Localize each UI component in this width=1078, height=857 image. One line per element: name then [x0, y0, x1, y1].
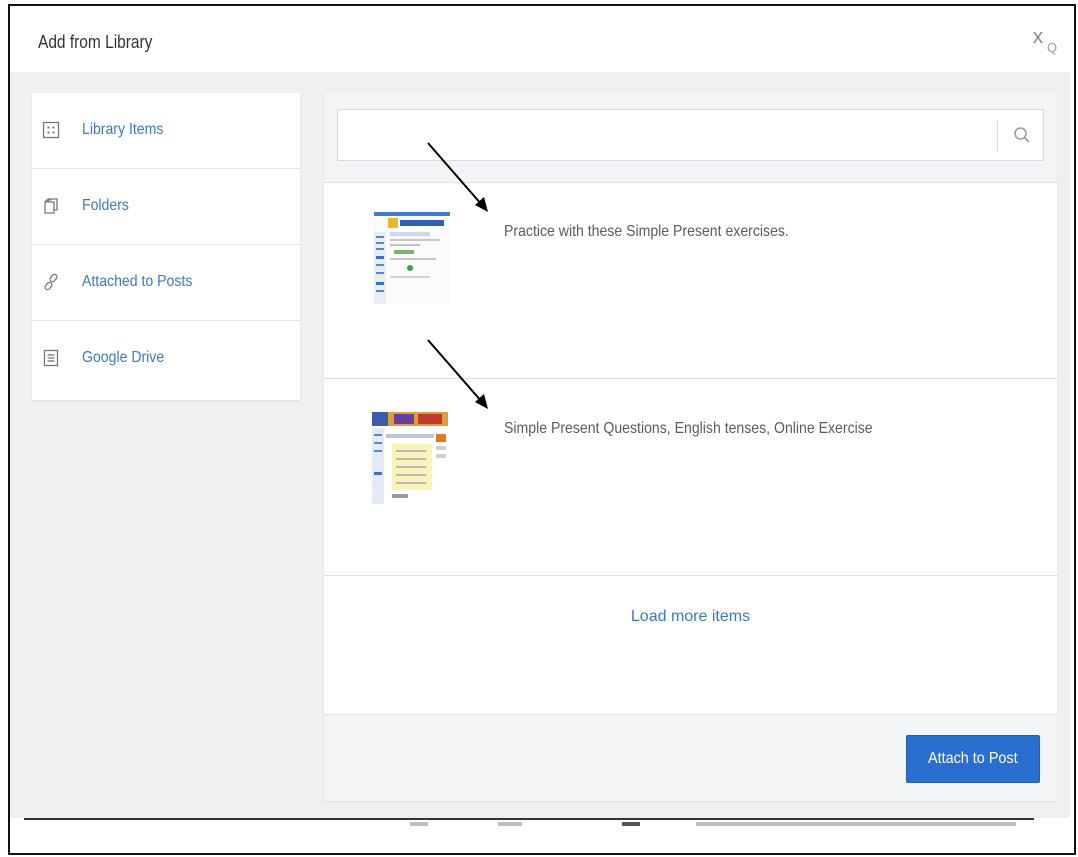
library-item-thumbnail: [372, 412, 448, 504]
sidebar-item-library-items[interactable]: Library Items: [32, 93, 300, 169]
document-icon: [43, 349, 59, 367]
library-item-thumbnail: [374, 212, 450, 304]
dialog-header: Add from Library x Q: [10, 6, 1070, 72]
dialog-footer: Attach to Post: [324, 715, 1057, 801]
folders-icon: [44, 198, 58, 214]
sidebar-item-google-drive[interactable]: Google Drive: [32, 321, 300, 397]
search-divider: [997, 120, 998, 152]
underlay-fragment: [696, 822, 1016, 826]
sidebar-item-attached-to-posts[interactable]: Attached to Posts: [32, 245, 300, 321]
close-button[interactable]: x Q: [1033, 26, 1057, 55]
sidebar-item-folders[interactable]: Folders: [32, 169, 300, 245]
annotation-arrow: [427, 142, 488, 212]
attach-to-post-button[interactable]: Attach to Post: [906, 735, 1040, 783]
sidebar-item-label: Google Drive: [82, 349, 165, 366]
link-icon: [44, 273, 58, 291]
search-icon[interactable]: [1012, 125, 1032, 145]
grid-icon: [42, 121, 60, 139]
sidebar-item-label: Library Items: [82, 121, 164, 138]
underlay-fragment: [498, 822, 522, 826]
close-sub-glyph: Q: [1047, 40, 1058, 55]
load-more-link[interactable]: Load more items: [324, 608, 1057, 626]
underlay-fragment: [410, 822, 428, 826]
dialog-title: Add from Library: [38, 32, 153, 52]
annotation-arrow: [427, 339, 488, 409]
load-more-section: Load more items: [324, 578, 1057, 715]
close-icon[interactable]: x: [1033, 26, 1043, 48]
attach-button-label: Attach to Post: [928, 750, 1018, 767]
underlay-fragment: [622, 822, 640, 826]
sidebar-item-label: Folders: [82, 197, 129, 214]
library-item-title: Simple Present Questions, English tenses…: [504, 420, 873, 437]
library-sidebar: Library Items Folders Attached to Posts …: [32, 93, 300, 400]
library-item-title: Practice with these Simple Present exerc…: [504, 223, 789, 240]
sidebar-item-label: Attached to Posts: [82, 273, 193, 290]
underlay-divider: [24, 818, 1034, 820]
